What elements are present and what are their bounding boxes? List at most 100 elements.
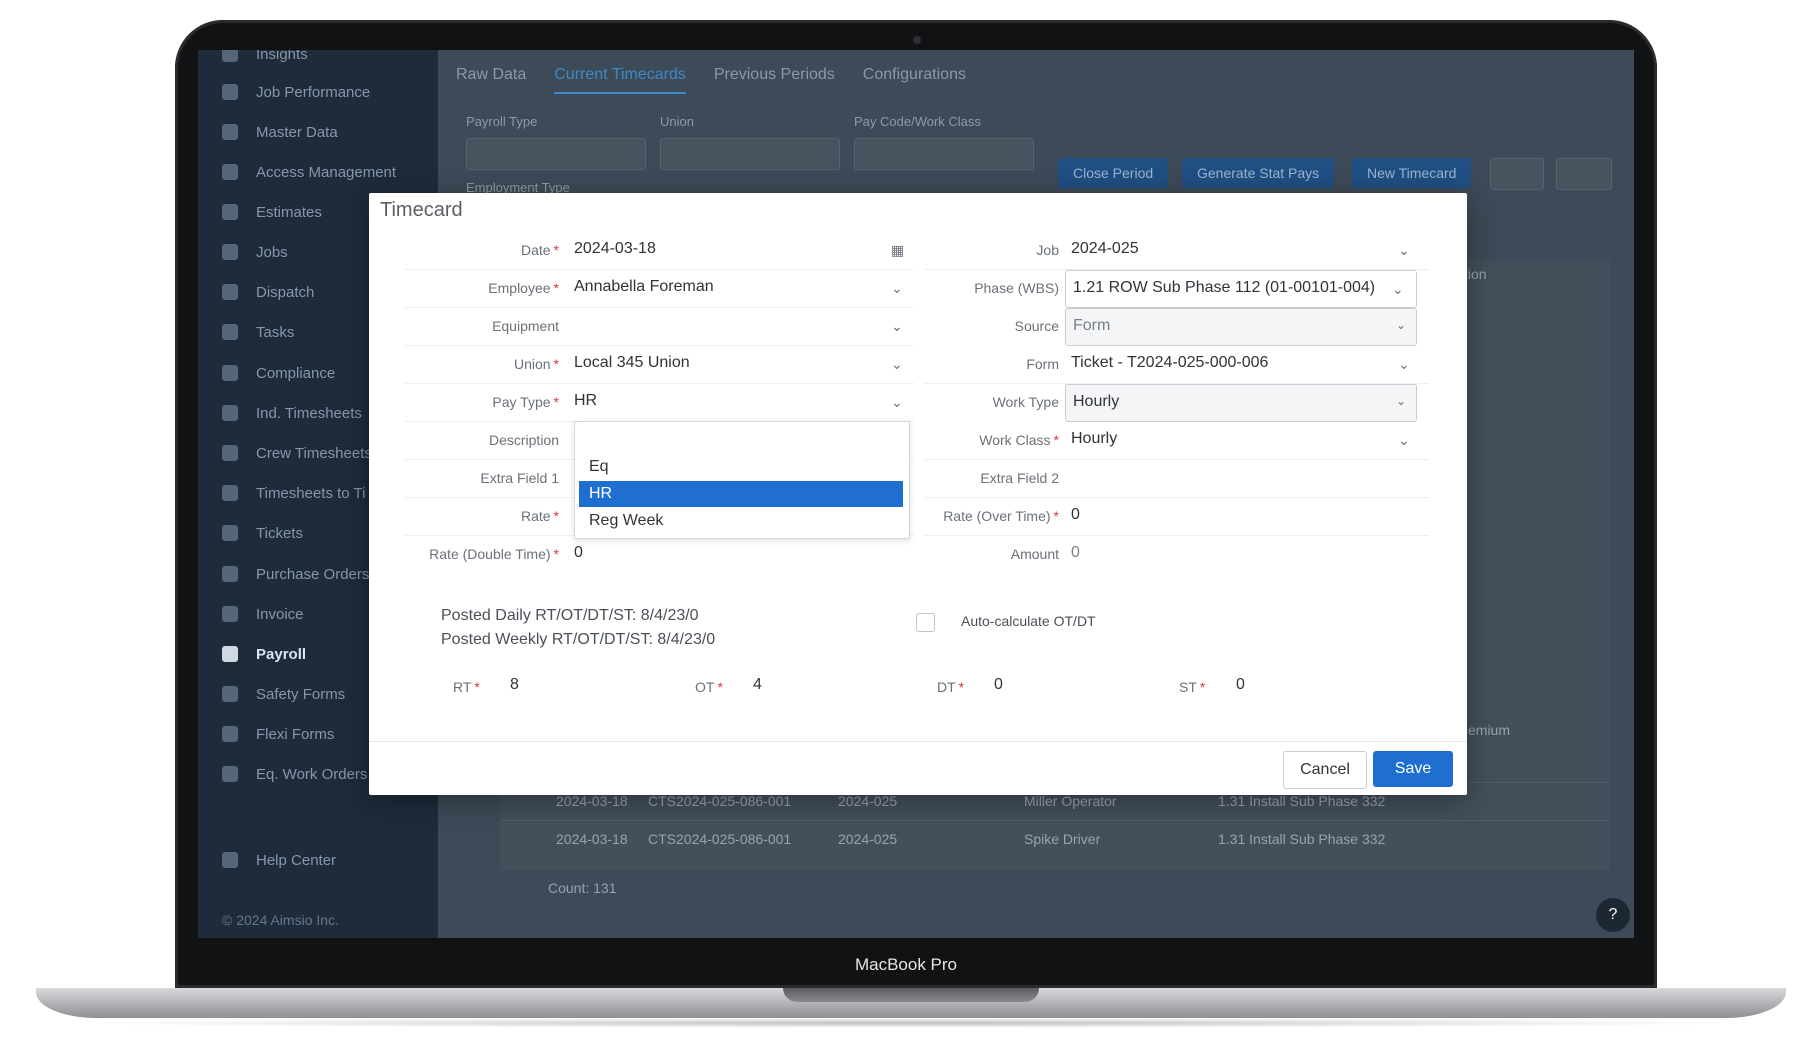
form-select[interactable]: Ticket - T2024-025-000-006 [1071, 354, 1268, 372]
source-select[interactable]: Form ⌄ [1065, 308, 1417, 346]
st-input[interactable]: 0 [1236, 676, 1245, 694]
sidebar-item-help-center[interactable]: Help Center [222, 848, 336, 872]
date-input[interactable]: 2024-03-18 [574, 240, 656, 258]
tab-current-timecards[interactable]: Current Timecards [554, 66, 686, 94]
sidebar-item-flexi-forms[interactable]: Flexi Forms [222, 722, 334, 746]
chevron-down-icon[interactable]: ⌄ [891, 280, 907, 296]
posted-weekly: Posted Weekly RT/OT/DT/ST: 8/4/23/0 [441, 631, 716, 648]
work-class-label: Work Class [979, 432, 1051, 448]
tab-raw-data[interactable]: Raw Data [456, 66, 526, 94]
tab-configurations[interactable]: Configurations [863, 66, 966, 94]
layout-icon[interactable] [1490, 158, 1544, 190]
chevron-down-icon: ⌄ [1392, 281, 1404, 297]
chevron-down-icon[interactable]: ⌄ [1398, 432, 1414, 448]
sidebar-item-estimates[interactable]: Estimates [222, 200, 322, 224]
timecard-modal: Timecard Date * 2024-03-18 ▦ Employee * An… [369, 193, 1467, 795]
chevron-down-icon[interactable]: ⌄ [891, 394, 907, 410]
job-select[interactable]: 2024-025 [1071, 240, 1139, 258]
sidebar-item-timesheets-to-tickets[interactable]: Timesheets to Ti [222, 481, 365, 505]
source-label: Source [1014, 318, 1059, 334]
users-icon [222, 365, 238, 381]
card-icon [222, 566, 238, 582]
pay-type-option-hr[interactable]: HR [579, 481, 903, 507]
union-filter-label: Union [660, 114, 694, 129]
chat-icon[interactable]: ? [1596, 898, 1630, 932]
laptop-shadow [60, 1018, 1760, 1028]
rt-input[interactable]: 8 [510, 676, 519, 694]
calendar-icon[interactable]: ▦ [891, 242, 907, 258]
ot-input[interactable]: 4 [753, 676, 762, 694]
rate-ot-input[interactable]: 0 [1071, 506, 1080, 524]
form-row: Form Ticket - T2024-025-000-006 ⌄ [924, 345, 1429, 384]
sidebar-item-ind-timesheets[interactable]: Ind. Timesheets [222, 401, 362, 425]
dt-label: DT * [937, 679, 965, 695]
pay-type-row: Pay Type * HR ⌄ [405, 383, 914, 422]
pay-type-select[interactable]: HR [574, 392, 597, 410]
sidebar-item-job-performance[interactable]: Job Performance [222, 80, 370, 104]
sidebar-item-tasks[interactable]: Tasks [222, 320, 294, 344]
st-label: ST * [1179, 679, 1206, 695]
rate-label: Rate [520, 508, 551, 524]
source-row: Source Form ⌄ [924, 307, 1429, 346]
tab-previous-periods[interactable]: Previous Periods [714, 66, 835, 94]
payroll-type-select[interactable] [466, 138, 646, 170]
device-label: MacBook Pro [854, 955, 958, 974]
rate-double-label: Rate (Double Time) [429, 546, 551, 562]
chevron-down-icon[interactable]: ⌄ [1398, 242, 1414, 258]
sidebar-item-payroll[interactable]: Payroll [222, 642, 306, 666]
sidebar-item-invoice[interactable]: Invoice [222, 602, 304, 626]
generate-stat-pays-button[interactable]: Generate Stat Pays [1182, 158, 1335, 188]
auto-calculate-checkbox[interactable] [916, 613, 935, 632]
copy-icon [222, 485, 238, 501]
chevron-down-icon: ⌄ [1396, 318, 1407, 332]
phase-select[interactable]: 1.21 ROW Sub Phase 112 (01-00101-004) ⌄ [1065, 270, 1417, 308]
union-filter-select[interactable] [660, 138, 840, 170]
chevron-down-icon: ⌄ [1396, 394, 1407, 408]
sidebar-item-access-management[interactable]: Access Management [222, 160, 396, 184]
sidebar-item-insights[interactable]: Insights [222, 50, 308, 66]
work-class-select[interactable]: Hourly [1071, 430, 1117, 448]
union-label: Union [513, 356, 551, 372]
sidebar-item-tickets[interactable]: Tickets [222, 521, 303, 545]
users-icon [222, 646, 238, 662]
pay-type-option-eq[interactable]: Eq [579, 454, 903, 480]
sidebar-item-compliance[interactable]: Compliance [222, 361, 335, 385]
sidebar-item-dispatch[interactable]: Dispatch [222, 280, 314, 304]
sidebar-item-master-data[interactable]: Master Data [222, 120, 338, 144]
pay-type-option-reg-week[interactable]: Reg Week [579, 508, 903, 534]
description-label: Description [488, 432, 559, 448]
sidebar-item-eq-work-orders[interactable]: Eq. Work Orders [222, 762, 367, 786]
rate-double-input[interactable]: 0 [574, 544, 583, 562]
job-label: Job [1036, 242, 1059, 258]
list-icon [222, 405, 238, 421]
chevron-down-icon[interactable]: ⌄ [891, 356, 907, 372]
pay-type-label: Pay Type [492, 394, 551, 410]
work-type-row: Work Type Hourly ⌄ [924, 383, 1429, 422]
modal-footer-divider [369, 741, 1467, 742]
extra-field-1-label: Extra Field 1 [480, 470, 559, 486]
table-row[interactable]: 2024-03-18 CTS2024-025-086-001 2024-025 … [500, 820, 1610, 857]
sidebar-item-crew-timesheets[interactable]: Crew Timesheets [222, 441, 372, 465]
dt-input[interactable]: 0 [994, 676, 1003, 694]
employee-select[interactable]: Annabella Foreman [574, 278, 714, 296]
sidebar-item-jobs[interactable]: Jobs [222, 240, 288, 264]
ot-label: OT * [695, 679, 723, 695]
form-label: Form [1026, 356, 1059, 372]
work-type-label: Work Type [992, 394, 1059, 410]
tab-bar: Raw Data Current Timecards Previous Peri… [456, 66, 966, 94]
work-type-select[interactable]: Hourly ⌄ [1065, 384, 1417, 422]
save-button[interactable]: Save [1373, 751, 1453, 787]
cancel-button[interactable]: Cancel [1283, 751, 1367, 789]
union-select[interactable]: Local 345 Union [574, 354, 690, 372]
cloud-download-icon[interactable] [1556, 158, 1612, 190]
close-period-button[interactable]: Close Period [1058, 158, 1169, 188]
sidebar-item-safety-forms[interactable]: Safety Forms [222, 682, 345, 706]
lock-icon [222, 164, 238, 180]
chevron-down-icon[interactable]: ⌄ [891, 318, 907, 334]
sidebar-item-purchase-orders[interactable]: Purchase Orders [222, 562, 369, 586]
pay-code-select[interactable] [854, 138, 1034, 170]
rate-ot-label: Rate (Over Time) [943, 508, 1051, 524]
rate-ot-row: Rate (Over Time) * 0 [924, 497, 1429, 536]
new-timecard-button[interactable]: New Timecard [1352, 158, 1472, 188]
chevron-down-icon[interactable]: ⌄ [1398, 356, 1414, 372]
